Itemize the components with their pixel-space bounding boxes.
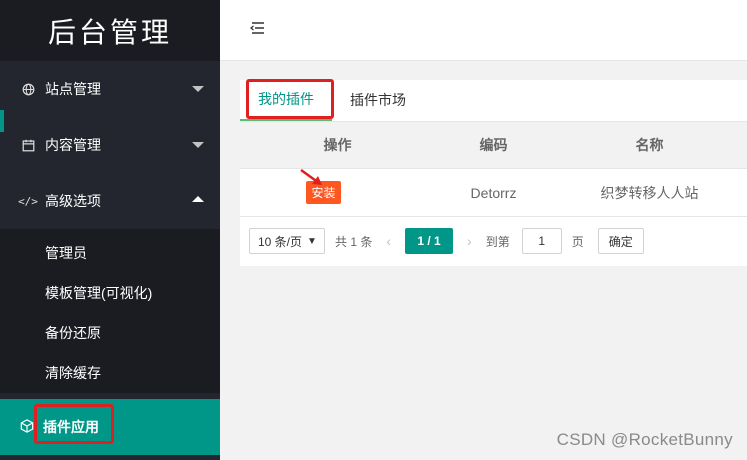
- cell-action: 安装: [240, 181, 435, 204]
- page-input[interactable]: 1: [521, 228, 562, 254]
- cell-code: Detorrz: [470, 184, 517, 201]
- menu-collapse-icon[interactable]: [249, 21, 265, 40]
- cell-name: 织梦转移人人站: [600, 184, 699, 201]
- chevron-down-icon: [192, 142, 204, 148]
- sidebar-item-label: 内容管理: [45, 137, 101, 153]
- header-code[interactable]: 编码: [435, 135, 552, 155]
- page-unit: 页: [571, 234, 584, 249]
- top-bar: [220, 0, 747, 61]
- watermark: CSDN @RocketBunny: [556, 430, 733, 449]
- current-page: 1 / 1: [405, 228, 454, 254]
- sidebar-item-plugins[interactable]: 插件应用: [0, 399, 220, 455]
- sidebar-item-label: 站点管理: [45, 81, 101, 97]
- globe-icon: [20, 81, 36, 97]
- sidebar-item-label: 插件应用: [43, 419, 99, 435]
- per-page-select[interactable]: 10 条/页 ▼: [249, 228, 325, 254]
- total-count: 共 1 条: [335, 234, 373, 249]
- active-marker: [0, 110, 4, 132]
- sidebar-item-label: 高级选项: [45, 193, 101, 209]
- submenu-item-admin[interactable]: 管理员: [0, 233, 220, 273]
- header-name[interactable]: 名称: [552, 135, 747, 155]
- prev-page-icon[interactable]: ‹: [386, 233, 391, 249]
- next-page-icon[interactable]: ›: [467, 233, 472, 249]
- sidebar-item-content[interactable]: 内容管理: [0, 117, 220, 173]
- calendar-icon: [20, 137, 36, 153]
- logo: 后台管理: [0, 0, 220, 61]
- header-action[interactable]: 操作: [240, 135, 435, 155]
- submenu-item-clear-cache[interactable]: 清除缓存: [0, 353, 220, 393]
- code-icon: </>: [18, 194, 38, 208]
- app-root: 后台管理 站点管理 内容管理 </> 高级选项 管理员 模板管理(可视化) 备份…: [0, 0, 747, 460]
- sidebar-item-advanced[interactable]: </> 高级选项: [0, 173, 220, 229]
- annotation-arrow-icon: [300, 168, 322, 185]
- goto-label: 到第: [485, 234, 510, 249]
- sidebar-item-site[interactable]: 站点管理: [0, 61, 220, 117]
- per-page-value: 10 条/页: [258, 234, 303, 249]
- submenu-item-backup[interactable]: 备份还原: [0, 313, 220, 353]
- tab-bar: 我的插件 插件市场: [240, 80, 747, 122]
- chevron-down-icon: ▼: [307, 235, 317, 247]
- tab-plugin-market[interactable]: 插件市场: [332, 79, 424, 121]
- chevron-down-icon: [192, 86, 204, 92]
- submenu-item-template[interactable]: 模板管理(可视化): [0, 273, 220, 313]
- pagination: 10 条/页 ▼ 共 1 条 ‹ 1 / 1 › 到第 1 页 确定: [240, 217, 747, 265]
- confirm-button[interactable]: 确定: [597, 228, 644, 254]
- table-header: 操作 编码 名称: [240, 122, 747, 169]
- tab-my-plugins[interactable]: 我的插件: [240, 79, 332, 121]
- advanced-submenu: 管理员 模板管理(可视化) 备份还原 清除缓存: [0, 229, 220, 393]
- sidebar: 后台管理 站点管理 内容管理 </> 高级选项 管理员 模板管理(可视化) 备份…: [0, 0, 220, 460]
- chevron-up-icon: [192, 196, 204, 202]
- cube-icon: [20, 418, 34, 436]
